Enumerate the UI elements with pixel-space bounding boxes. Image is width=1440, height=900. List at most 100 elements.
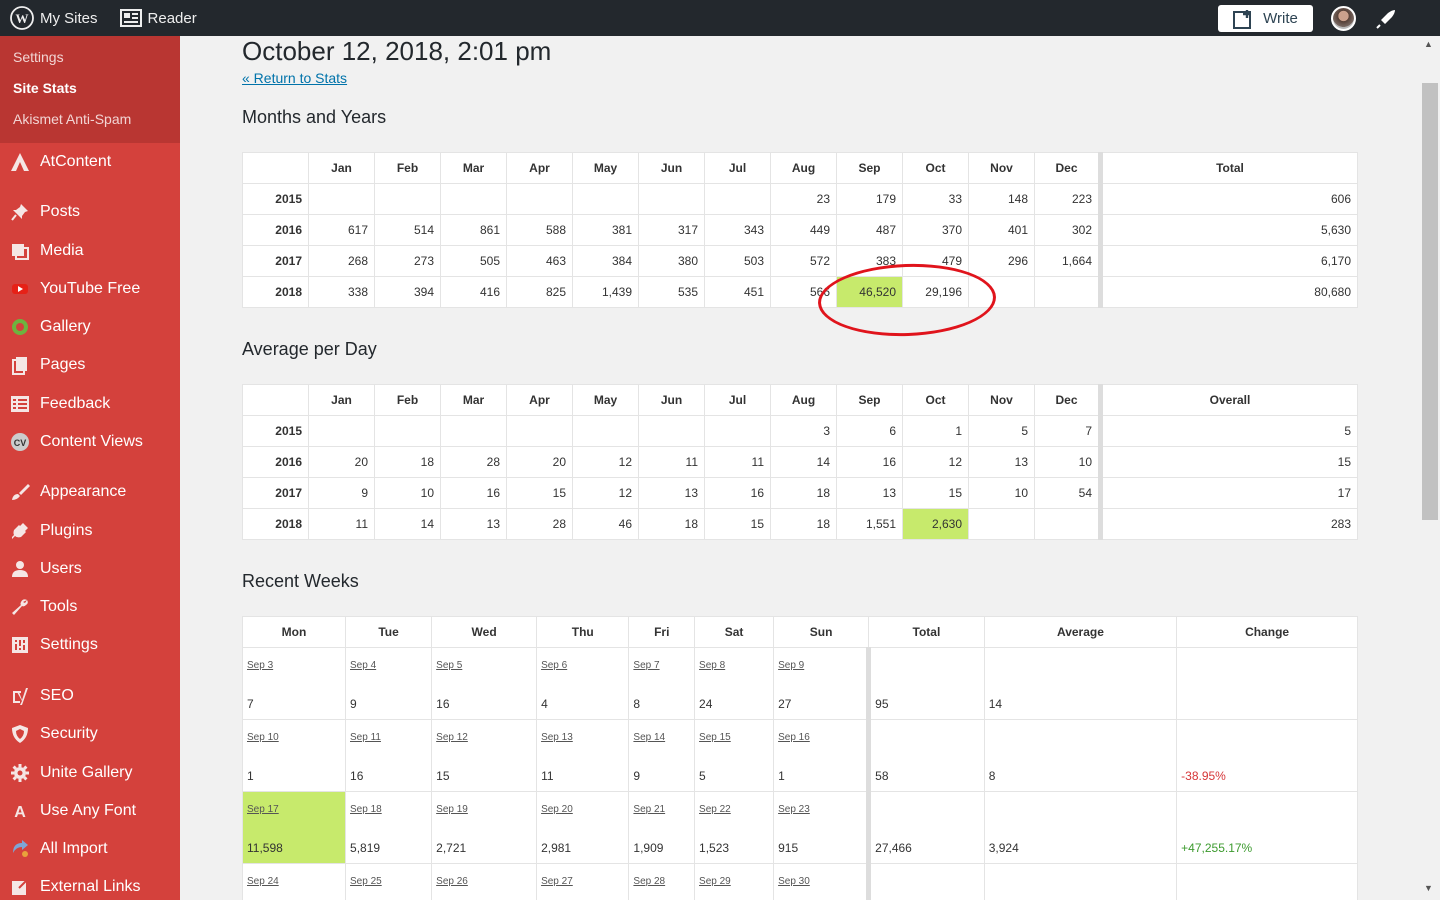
year-cell: 2018	[242, 276, 309, 308]
gear-icon	[0, 763, 40, 783]
submenu-item-site-stats[interactable]: Site Stats	[0, 73, 180, 104]
weekday-header: Sat	[694, 616, 775, 648]
total-cell: 6,170	[1098, 245, 1358, 277]
day-link[interactable]: Sep 25	[350, 876, 382, 887]
sidebar-item-pages[interactable]: Pages	[0, 347, 180, 383]
sidebar-item-all-import[interactable]: All Import	[0, 831, 180, 867]
sidebar-item-youtube-free[interactable]: YouTube Free	[0, 271, 180, 307]
sidebar-item-users[interactable]: Users	[0, 551, 180, 587]
submenu-item-settings[interactable]: Settings	[0, 42, 180, 73]
table-row: 2016 20 18 28 20 12 11 11 14 16 12 13 10 15	[242, 446, 1358, 478]
day-link[interactable]: Sep 4	[350, 660, 376, 671]
sidebar-item-tools[interactable]: Tools	[0, 589, 180, 625]
sidebar-item-external-links[interactable]: External Links	[0, 869, 180, 900]
value-cell: 394	[374, 276, 441, 308]
value-cell: 9	[308, 477, 375, 509]
day-link[interactable]: Sep 30	[778, 876, 810, 887]
sidebar-item-seo[interactable]: SEO	[0, 678, 180, 714]
day-link[interactable]: Sep 5	[436, 660, 462, 671]
value-cell: 6	[836, 415, 903, 447]
sidebar-item-media[interactable]: Media	[0, 233, 180, 269]
day-link[interactable]: Sep 22	[699, 804, 731, 815]
day-link[interactable]: Sep 9	[778, 660, 804, 671]
write-button[interactable]: Write	[1218, 5, 1313, 32]
return-to-stats-link[interactable]: « Return to Stats	[242, 70, 347, 86]
value-cell: 451	[704, 276, 771, 308]
sidebar-item-settings[interactable]: Settings	[0, 627, 180, 663]
day-link[interactable]: Sep 10	[247, 732, 279, 743]
sidebar-item-atcontent[interactable]: AtContent	[0, 144, 180, 180]
sidebar-item-feedback[interactable]: Feedback	[0, 386, 180, 422]
day-link[interactable]: Sep 11	[350, 732, 381, 743]
value-cell	[704, 415, 771, 447]
month-header: Sep	[836, 152, 903, 184]
svg-text:W: W	[16, 11, 29, 26]
day-link[interactable]: Sep 21	[633, 804, 665, 815]
day-link[interactable]: Sep 7	[633, 660, 659, 671]
sidebar-item-label: Appearance	[40, 483, 127, 500]
value-cell	[374, 183, 441, 215]
scroll-up-arrow-icon[interactable]: ▲	[1424, 39, 1433, 49]
avatar[interactable]	[1331, 6, 1356, 31]
day-value: 5,819	[350, 841, 381, 855]
value-cell: 12	[572, 446, 639, 478]
day-link[interactable]: Sep 3	[247, 660, 273, 671]
sidebar-item-content-views[interactable]: CV Content Views	[0, 424, 180, 460]
day-link[interactable]: Sep 26	[436, 876, 468, 887]
pushpin-icon	[0, 202, 40, 222]
svg-text:CV: CV	[14, 438, 27, 448]
value-cell: 416	[440, 276, 507, 308]
user-icon	[0, 559, 40, 579]
value-cell: 370	[902, 214, 969, 246]
total-header: Overall	[1098, 384, 1358, 416]
value-cell: 3	[770, 415, 837, 447]
day-link[interactable]: Sep 20	[541, 804, 573, 815]
day-link[interactable]: Sep 27	[541, 876, 573, 887]
submenu-item-akismet[interactable]: Akismet Anti-Spam	[0, 104, 180, 135]
table-row: 2017 268 273 505 463 384 380 503 572 383 479 296 1,6…	[242, 245, 1358, 277]
sidebar-item-unite-gallery[interactable]: Unite Gallery	[0, 755, 180, 791]
day-link[interactable]: Sep 12	[436, 732, 468, 743]
atcontent-icon	[0, 152, 40, 172]
day-link[interactable]: Sep 24	[247, 876, 279, 887]
day-value: 4	[541, 697, 548, 711]
day-link[interactable]: Sep 18	[350, 804, 382, 815]
value-cell: 12	[572, 477, 639, 509]
my-sites-button[interactable]: W My Sites	[0, 0, 106, 36]
sidebar-item-appearance[interactable]: Appearance	[0, 474, 180, 510]
shield-icon	[0, 724, 40, 744]
day-link[interactable]: Sep 29	[699, 876, 731, 887]
sidebar-item-label: Users	[40, 560, 82, 577]
notifications-bell-icon[interactable]	[1374, 7, 1398, 31]
value-cell: 20	[506, 446, 573, 478]
weekday-header: Average	[983, 616, 1178, 648]
value-cell	[704, 183, 771, 215]
day-link[interactable]: Sep 19	[436, 804, 468, 815]
sidebar-item-posts[interactable]: Posts	[0, 194, 180, 230]
day-cell: Sep 6 4	[536, 647, 630, 720]
scrollbar-thumb[interactable]	[1422, 83, 1438, 520]
day-link[interactable]: Sep 6	[541, 660, 567, 671]
sidebar-item-gallery[interactable]: Gallery	[0, 309, 180, 345]
sidebar-item-security[interactable]: Security	[0, 716, 180, 752]
day-link[interactable]: Sep 8	[699, 660, 725, 671]
scroll-down-arrow-icon[interactable]: ▼	[1424, 883, 1433, 893]
sidebar-item-use-any-font[interactable]: A Use Any Font	[0, 793, 180, 829]
day-link[interactable]: Sep 17	[247, 804, 279, 815]
value-cell: 487	[836, 214, 903, 246]
value-cell: 380	[638, 245, 705, 277]
value-cell: 463	[506, 245, 573, 277]
week-total-cell	[866, 863, 985, 900]
sidebar-item-label: Tools	[40, 598, 78, 615]
day-link[interactable]: Sep 16	[778, 732, 810, 743]
day-link[interactable]: Sep 13	[541, 732, 573, 743]
day-link[interactable]: Sep 23	[778, 804, 810, 815]
day-link[interactable]: Sep 15	[699, 732, 731, 743]
day-link[interactable]: Sep 14	[633, 732, 665, 743]
value-cell: 338	[308, 276, 375, 308]
sidebar-item-plugins[interactable]: Plugins	[0, 513, 180, 549]
day-link[interactable]: Sep 28	[633, 876, 665, 887]
reader-button[interactable]: Reader	[112, 0, 205, 36]
weekday-header: Fri	[628, 616, 696, 648]
sidebar-item-label: YouTube Free	[40, 280, 141, 297]
